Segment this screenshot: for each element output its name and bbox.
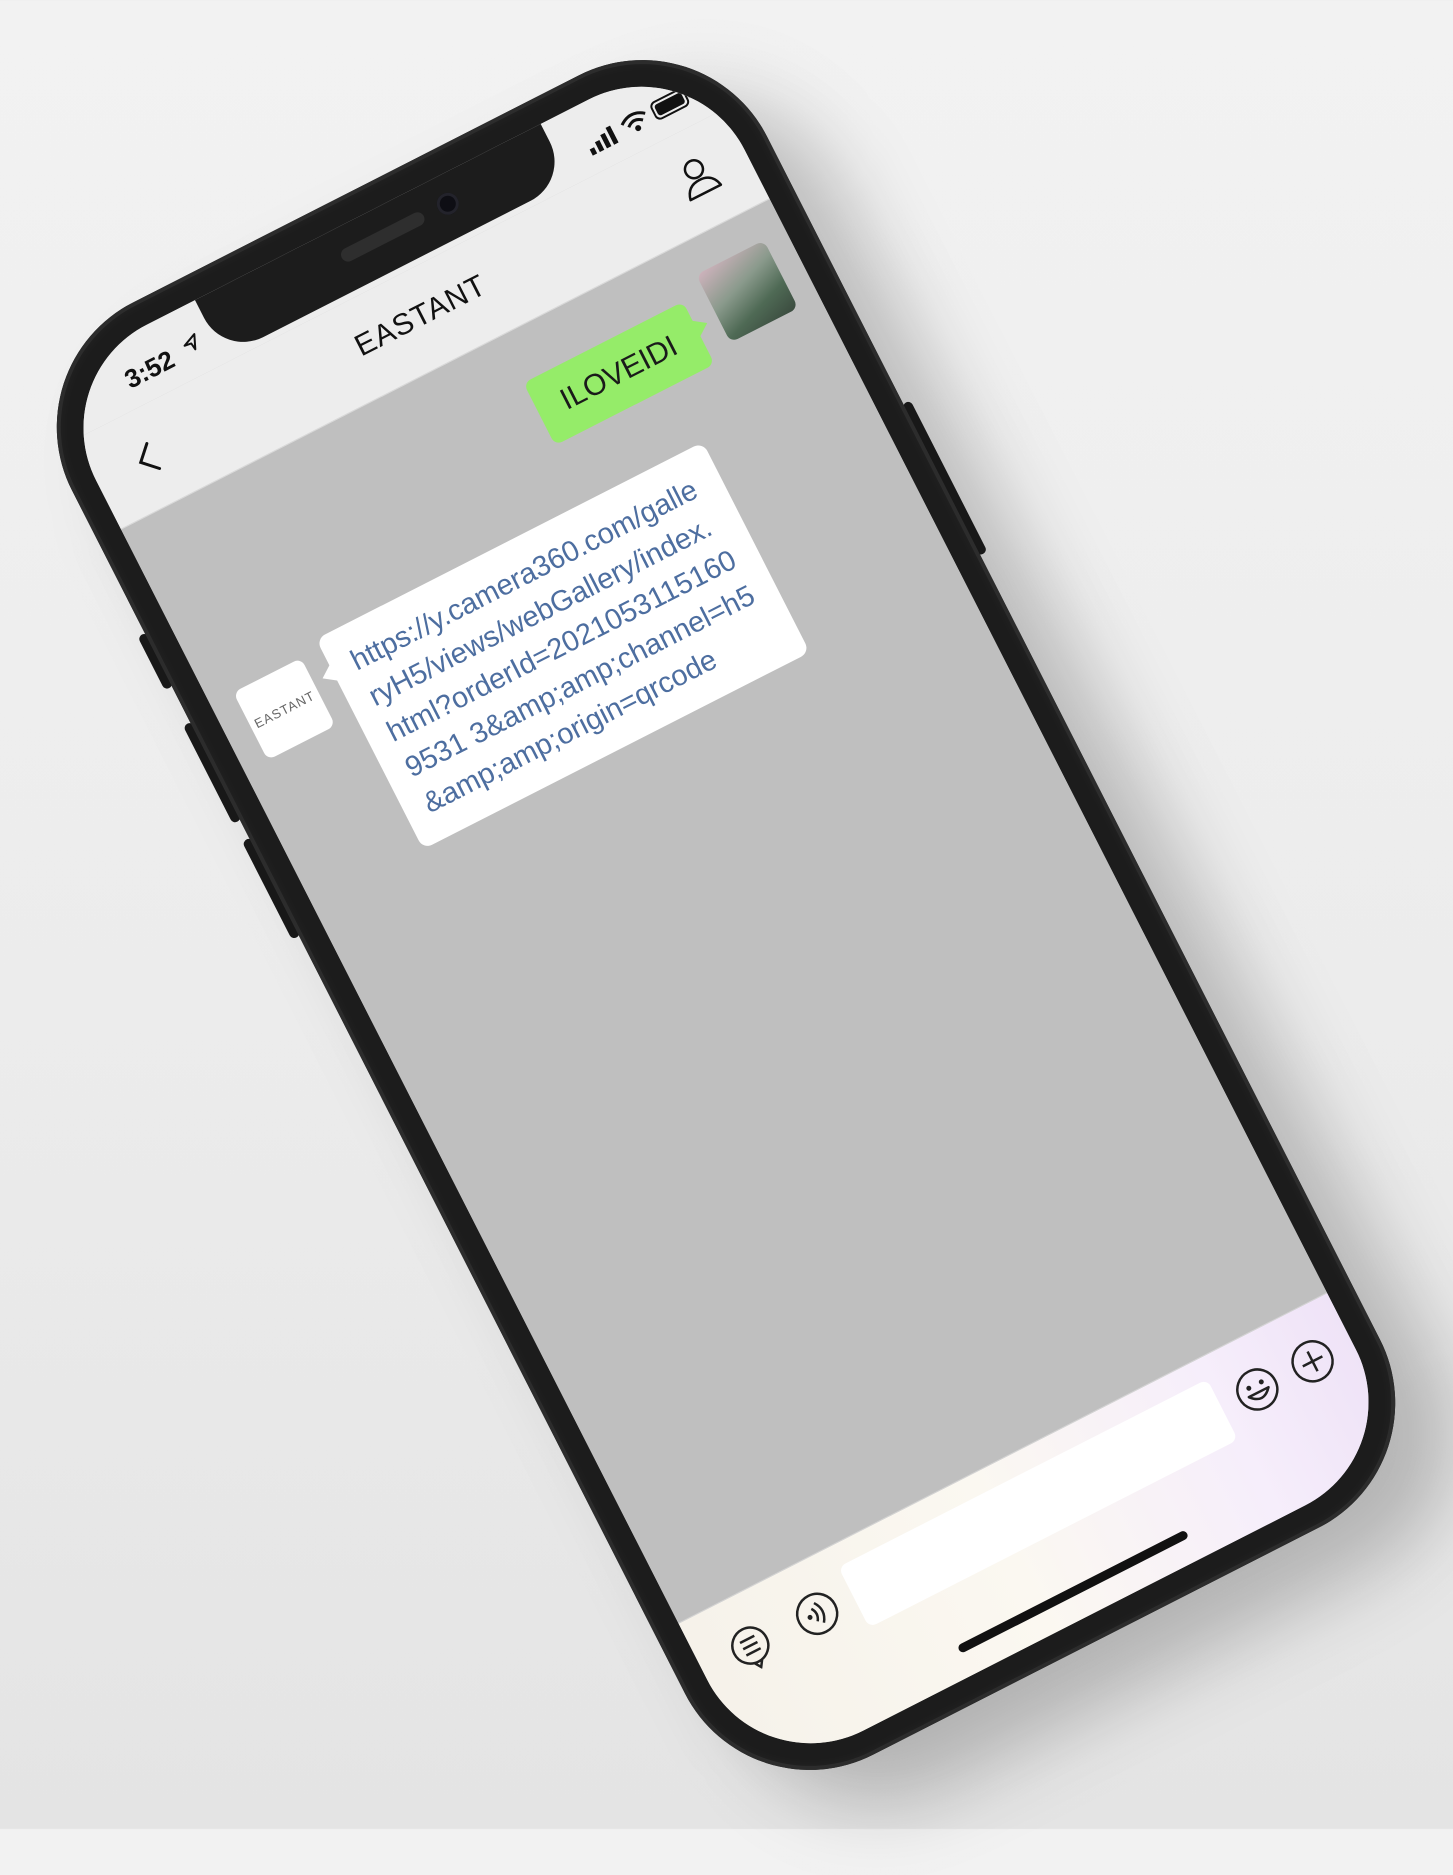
my-avatar[interactable] (696, 240, 799, 343)
incoming-link-message[interactable]: https://y.camera360.com/galleryH5/views/… (316, 442, 810, 850)
emoji-icon[interactable] (1225, 1357, 1290, 1422)
wifi-icon (621, 111, 646, 131)
plus-icon[interactable] (1280, 1329, 1345, 1394)
phone-device: 3:52 EASTANT ILOVEIDI EASTANT https://y.… (8, 11, 1453, 1854)
signal-icon (589, 125, 619, 156)
contact-logo: EASTANT (251, 687, 318, 731)
front-camera (432, 188, 463, 219)
outgoing-message[interactable]: ILOVEIDI (523, 301, 715, 446)
speaker-grille (338, 209, 427, 265)
phone-frame: 3:52 EASTANT ILOVEIDI EASTANT https://y.… (8, 11, 1444, 1819)
battery-icon (650, 88, 692, 120)
scene: 3:52 EASTANT ILOVEIDI EASTANT https://y.… (0, 0, 1453, 1854)
voice-icon[interactable] (785, 1581, 850, 1646)
location-arrow-icon (183, 333, 197, 351)
list-icon[interactable] (719, 1615, 784, 1680)
status-time: 3:52 (119, 344, 180, 395)
